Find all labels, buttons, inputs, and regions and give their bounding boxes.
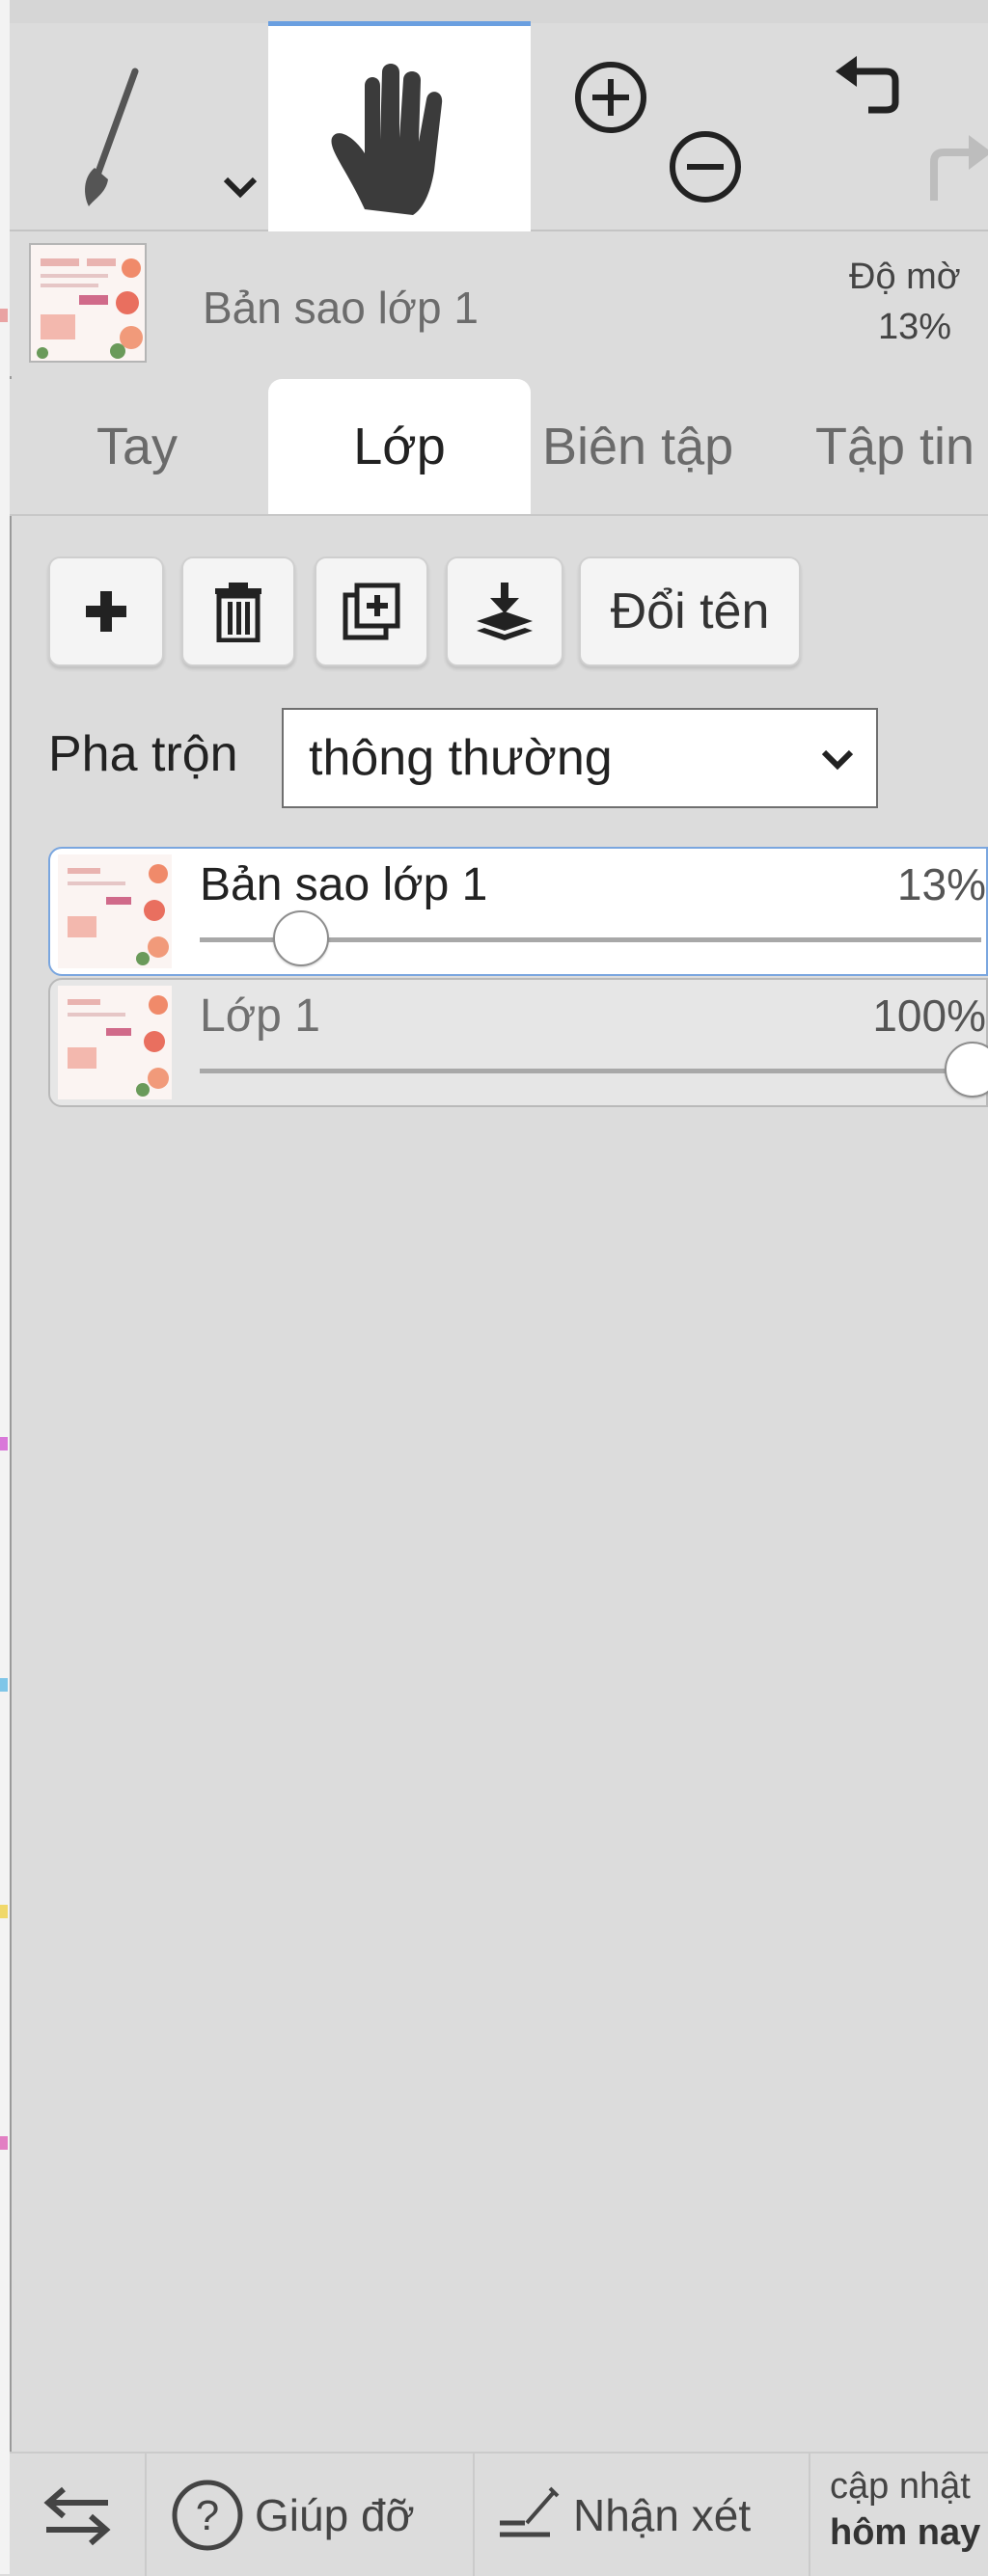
panel-tabs: Tay Lớp Biên tập Tập tin — [10, 379, 988, 516]
swap-arrows-icon — [43, 2486, 111, 2545]
opacity-slider-handle[interactable] — [945, 1042, 988, 1098]
layer-name: Lớp 1 — [200, 990, 320, 1042]
opacity-label: Độ mờ — [849, 257, 961, 297]
current-layer-name: Bản sao lớp 1 — [203, 283, 479, 333]
chevron-down-icon[interactable] — [218, 168, 262, 206]
add-layer-button[interactable] — [48, 556, 164, 666]
feedback-button[interactable]: Nhận xét — [475, 2454, 810, 2576]
tab-bien-tap[interactable]: Biên tập — [542, 379, 779, 514]
current-layer-thumbnail — [29, 243, 147, 363]
brush-tool-button[interactable] — [27, 23, 268, 230]
toolbar-top-strip — [10, 0, 988, 23]
duplicate-icon — [343, 583, 400, 640]
update-line-1: cập nhật — [830, 2466, 971, 2507]
zoom-tool-group — [531, 23, 783, 230]
blend-mode-label: Pha trộn — [48, 726, 238, 782]
merge-down-icon — [477, 583, 533, 640]
blend-mode-select[interactable]: thông thường — [282, 708, 878, 808]
trash-icon — [215, 583, 261, 642]
layer-preview-image — [31, 245, 145, 361]
layer-opacity-value: 13% — [896, 859, 986, 909]
footer-bar: ? Giúp đỡ Nhận xét cập nhật hôm nay — [10, 2452, 988, 2576]
canvas-edge-mark — [0, 2136, 8, 2150]
update-notice: cập nhật hôm nay — [830, 2463, 980, 2556]
layer-name: Bản sao lớp 1 — [200, 859, 488, 910]
layer-opacity-value: 100% — [872, 990, 986, 1041]
layer-preview-image — [58, 986, 172, 1099]
tab-lop[interactable]: Lớp — [268, 379, 531, 514]
feedback-icon — [500, 2486, 560, 2536]
layer-row[interactable]: Lớp 1 100% — [48, 978, 988, 1107]
tool-toolbar — [10, 0, 988, 234]
opacity-slider-handle[interactable] — [273, 910, 330, 966]
hand-tool-button[interactable] — [268, 21, 531, 234]
rename-layer-button[interactable]: Đổi tên — [579, 556, 801, 666]
help-icon: ? — [172, 2480, 243, 2550]
history-tool-group — [783, 23, 988, 230]
opacity-value: 13% — [878, 307, 952, 347]
delete-layer-button[interactable] — [181, 556, 295, 666]
tab-tap-tin[interactable]: Tập tin — [815, 379, 988, 514]
canvas-edge-mark — [0, 1905, 8, 1918]
merge-down-button[interactable] — [446, 556, 563, 666]
zoom-out-icon[interactable] — [666, 127, 745, 206]
update-line-2: hôm nay — [830, 2512, 981, 2553]
layer-preview-image — [58, 854, 172, 968]
canvas-edge-mark — [0, 1437, 8, 1451]
swap-panel-button[interactable] — [10, 2454, 147, 2576]
chevron-down-icon — [821, 749, 854, 771]
hand-icon — [331, 64, 443, 215]
opacity-slider-track[interactable] — [200, 1069, 981, 1073]
canvas-edge-mark — [0, 1678, 8, 1692]
plus-icon — [86, 591, 126, 632]
svg-text:?: ? — [196, 2492, 219, 2539]
duplicate-layer-button[interactable] — [315, 556, 428, 666]
undo-icon[interactable] — [830, 50, 907, 127]
current-layer-info: Bản sao lớp 1 Độ mờ 13% — [10, 231, 988, 376]
blend-mode-value: thông thường — [309, 730, 613, 786]
help-label: Giúp đỡ — [255, 2489, 415, 2540]
zoom-in-icon[interactable] — [571, 58, 650, 137]
layer-thumbnail — [58, 854, 172, 968]
feedback-label: Nhận xét — [573, 2489, 752, 2540]
layer-row[interactable]: Bản sao lớp 1 13% — [48, 847, 988, 976]
canvas-edge-mark — [0, 309, 8, 322]
tab-tay[interactable]: Tay — [48, 379, 261, 514]
layer-thumbnail — [58, 986, 172, 1099]
help-button[interactable]: ? Giúp đỡ — [147, 2454, 475, 2576]
redo-icon[interactable] — [924, 123, 988, 210]
